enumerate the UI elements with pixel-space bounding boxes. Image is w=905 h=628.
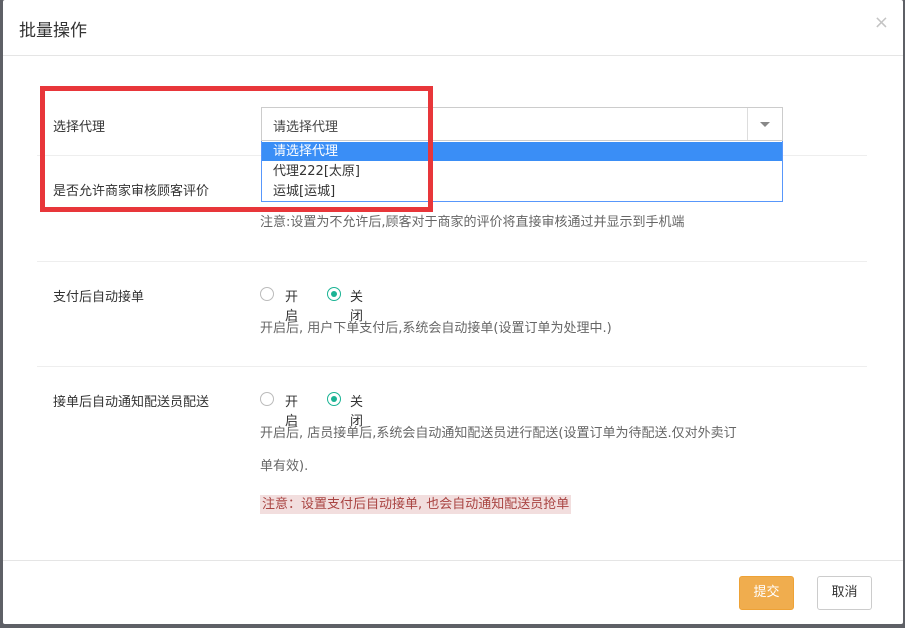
row-divider bbox=[37, 366, 867, 367]
agent-option[interactable]: 代理222[太原] bbox=[262, 162, 782, 181]
dialog-footer-divider bbox=[3, 560, 903, 561]
agent-option[interactable]: 请选择代理 bbox=[262, 142, 782, 161]
agent-select-toggle[interactable] bbox=[747, 108, 782, 140]
close-icon[interactable]: × bbox=[874, 13, 889, 33]
auto-accept-label: 支付后自动接单 bbox=[53, 290, 145, 305]
submit-button[interactable]: 提交 bbox=[739, 576, 794, 610]
auto-notify-off-radio[interactable] bbox=[327, 392, 341, 406]
auto-notify-note-line2: 单有效). bbox=[260, 459, 309, 474]
agent-option[interactable]: 运城[运城] bbox=[262, 182, 782, 201]
dialog-header: 批量操作 × bbox=[3, 0, 903, 56]
auto-accept-note: 开启后, 用户下单支付后,系统会自动接单(设置订单为处理中.) bbox=[260, 321, 612, 336]
auto-notify-warning: 注意：设置支付后自动接单, 也会自动通知配送员抢单 bbox=[260, 495, 572, 514]
chevron-down-icon bbox=[760, 122, 770, 127]
review-note: 注意:设置为不允许后,顾客对于商家的评价将直接审核通过并显示到手机端 bbox=[260, 215, 685, 230]
batch-operation-dialog: 批量操作 × 选择代理 请选择代理 是否允许商家审核顾客评价 注意:设置为不允许… bbox=[3, 0, 903, 624]
auto-accept-off-radio[interactable] bbox=[327, 287, 341, 301]
auto-accept-on-radio[interactable] bbox=[260, 287, 274, 301]
agent-dropdown-list: 请选择代理 代理222[太原] 运城[运城] bbox=[261, 141, 783, 202]
dialog-title: 批量操作 bbox=[19, 21, 87, 41]
auto-notify-label: 接单后自动通知配送员配送 bbox=[53, 395, 210, 410]
row-divider bbox=[37, 261, 867, 262]
agent-select-value: 请选择代理 bbox=[273, 120, 339, 135]
cancel-button[interactable]: 取消 bbox=[817, 576, 872, 610]
auto-notify-on-radio[interactable] bbox=[260, 392, 274, 406]
agent-select[interactable]: 请选择代理 bbox=[261, 107, 783, 141]
auto-notify-note-line1: 开启后, 店员接单后,系统会自动通知配送员进行配送(设置订单为待配送.仅对外卖订 bbox=[260, 426, 737, 441]
agent-label: 选择代理 bbox=[53, 120, 106, 135]
review-label: 是否允许商家审核顾客评价 bbox=[53, 184, 210, 199]
